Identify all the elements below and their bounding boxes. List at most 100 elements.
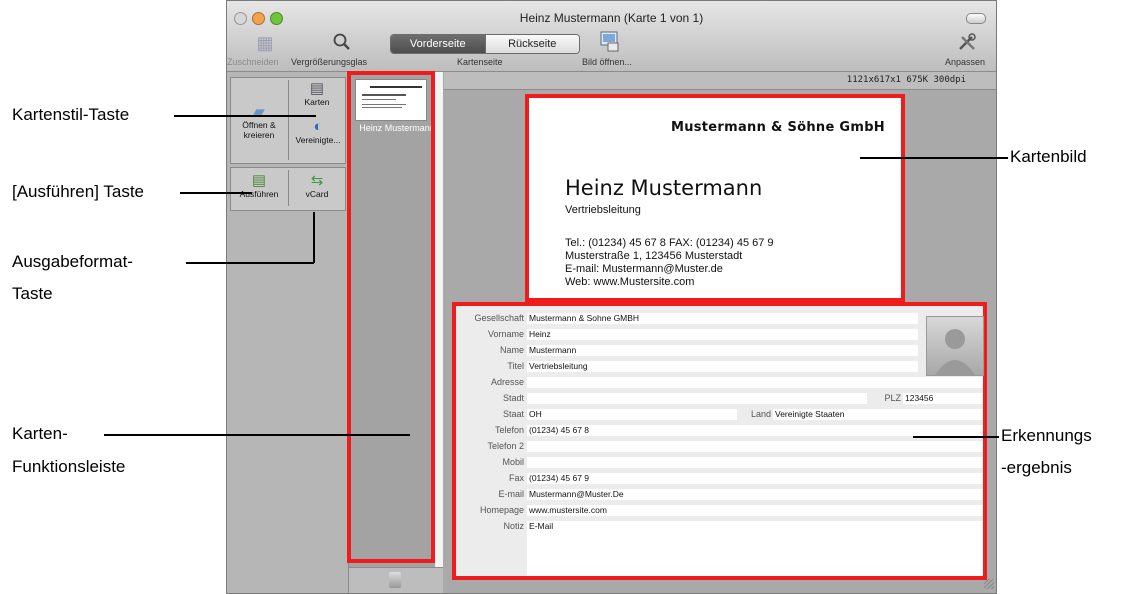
front-side-tab[interactable]: Vorderseite — [391, 35, 485, 53]
open-image-tool[interactable] — [595, 29, 625, 58]
label-state: Staat — [502, 409, 524, 419]
field-phone-2[interactable] — [527, 441, 983, 452]
callout-line — [860, 157, 1008, 159]
card-title: Vertriebsleitung — [565, 204, 641, 216]
label-city: Stadt — [502, 393, 524, 403]
label-zip: PLZ — [884, 393, 901, 403]
card-company: Mustermann & Söhne GmbH — [670, 120, 885, 135]
window-title: Heinz Mustermann (Karte 1 von 1) — [519, 11, 704, 25]
annotation-recognition-1: Erkennungs — [1001, 426, 1092, 445]
resize-grip-icon[interactable] — [984, 579, 994, 589]
trash-icon[interactable] — [389, 572, 401, 588]
label-first-name: Vorname — [487, 329, 524, 339]
crop-label: Zuschneiden — [227, 57, 279, 67]
vcard-icon: ⇆ — [310, 172, 324, 189]
label-phone: Telefon — [494, 425, 524, 435]
field-country[interactable]: Vereinigte Staaten — [773, 409, 983, 420]
label-country: Land — [750, 409, 771, 419]
field-company[interactable]: Mustermann & Sohne GMBH — [527, 313, 918, 324]
callout-line — [913, 436, 999, 438]
photo-placeholder[interactable] — [926, 316, 984, 376]
field-note[interactable]: E-Mail — [527, 521, 983, 576]
open-create-button[interactable]: ▰ Öffnen & kreieren — [233, 103, 285, 141]
annotation-output-format-1: Ausgabeformat- — [12, 252, 133, 271]
callout-line — [180, 192, 252, 194]
label-note: Notiz — [503, 521, 524, 531]
card-image: Mustermann & Söhne GmbH Heinz Mustermann… — [525, 94, 905, 302]
crop-tool[interactable]: ▦ — [245, 33, 285, 54]
toolbar-toggle-button[interactable] — [966, 13, 986, 24]
divider — [444, 89, 996, 90]
card-contact-block: Tel.: (01234) 45 67 8 FAX: (01234) 45 67… — [565, 237, 774, 289]
field-zip[interactable]: 123456 — [903, 393, 983, 404]
annotation-card-image: Kartenbild — [1010, 147, 1087, 166]
field-address[interactable] — [527, 377, 983, 388]
label-name: Name — [499, 345, 524, 355]
card-email: E-mail: Mustermann@Muster.de — [565, 263, 723, 275]
magnifier-label: Vergrößerungsglas — [291, 57, 368, 67]
vcard-label: vCard — [305, 189, 329, 199]
cards-label: Karten — [304, 97, 330, 107]
field-title[interactable]: Vertriebsleitung — [527, 361, 918, 372]
label-phone-2: Telefon 2 — [487, 441, 524, 451]
label-company: Gesellschaft — [474, 313, 524, 323]
group-divider — [288, 80, 289, 160]
field-mobile[interactable] — [527, 457, 983, 468]
card-side-segmented-control[interactable]: Vorderseite Rückseite — [390, 34, 580, 54]
image-info: 1121x617x1 675K 300dpi — [846, 75, 966, 85]
card-style-button[interactable]: ◐ Vereinigte... — [291, 118, 345, 146]
field-city[interactable] — [527, 393, 867, 404]
recognition-results: Gesellschaft Mustermann & Sohne GMBH Vor… — [452, 302, 987, 580]
callout-line — [174, 115, 316, 117]
folder-icon: ▰ — [253, 103, 265, 120]
tools-icon — [959, 33, 976, 50]
image-info-bar: 1121x617x1 675K 300dpi — [444, 72, 996, 89]
field-homepage[interactable]: www.mustersite.com — [527, 505, 983, 516]
field-first-name[interactable]: Heinz — [527, 329, 918, 340]
person-silhouette-icon — [935, 329, 975, 375]
card-web: Web: www.Mustersite.com — [565, 276, 695, 288]
annotation-function-bar-1: Karten- — [12, 424, 68, 443]
execute-label: Ausführen — [239, 189, 279, 199]
function-bar-highlight — [347, 71, 435, 563]
field-email[interactable]: Mustermann@Muster.De — [527, 489, 983, 500]
cards-button[interactable]: ▤ Karten — [291, 80, 343, 108]
annotation-output-format-2: Taste — [12, 284, 53, 303]
label-title: Titel — [507, 361, 524, 371]
back-side-tab[interactable]: Rückseite — [484, 35, 579, 53]
label-email: E-mail — [498, 489, 524, 499]
callout-line — [186, 262, 314, 264]
card-function-bar: ▰ Öffnen & kreieren ▤ Karten ◐ Vereinigt… — [227, 72, 349, 593]
label-mobile: Mobil — [502, 457, 524, 467]
label-fax: Fax — [508, 473, 524, 483]
thumbnail-footer — [349, 567, 443, 593]
cards-icon: ▤ — [309, 80, 325, 97]
field-fax[interactable]: (01234) 45 67 9 — [527, 473, 983, 484]
label-address: Adresse — [490, 377, 524, 387]
open-image-label: Bild öffnen... — [582, 57, 632, 67]
field-phone[interactable]: (01234) 45 67 8 — [527, 425, 983, 436]
card-name: Heinz Mustermann — [565, 176, 763, 200]
open-create-label: Öffnen & kreieren — [242, 120, 276, 140]
card-style-label: Vereinigte... — [295, 135, 341, 145]
annotation-function-bar-2: Funktionsleiste — [12, 457, 126, 476]
callout-line — [104, 434, 410, 436]
card-side-label: Kartenseite — [457, 57, 503, 67]
customize-tool[interactable] — [955, 31, 979, 58]
card-tel-fax: Tel.: (01234) 45 67 8 FAX: (01234) 45 67… — [565, 237, 774, 249]
annotation-execute-key: [Ausführen] Taste — [12, 182, 144, 201]
thumbnail-scrollbar[interactable] — [435, 72, 443, 567]
group-divider — [288, 170, 289, 206]
execute-button[interactable]: ▤ Ausführen — [233, 172, 285, 200]
crop-icon: ▦ — [256, 33, 274, 53]
execute-icon: ▤ — [251, 172, 267, 189]
output-format-button[interactable]: ⇆ vCard — [291, 172, 343, 200]
magnifier-icon — [333, 33, 350, 50]
field-name[interactable]: Mustermann — [527, 345, 918, 356]
open-image-icon — [600, 31, 619, 52]
globe-icon: ◐ — [313, 118, 323, 135]
magnifier-tool[interactable] — [327, 32, 357, 57]
customize-label: Anpassen — [945, 57, 986, 67]
title-bar: Heinz Mustermann (Karte 1 von 1) ▦ Zusch… — [227, 1, 996, 72]
label-homepage: Homepage — [479, 505, 524, 515]
